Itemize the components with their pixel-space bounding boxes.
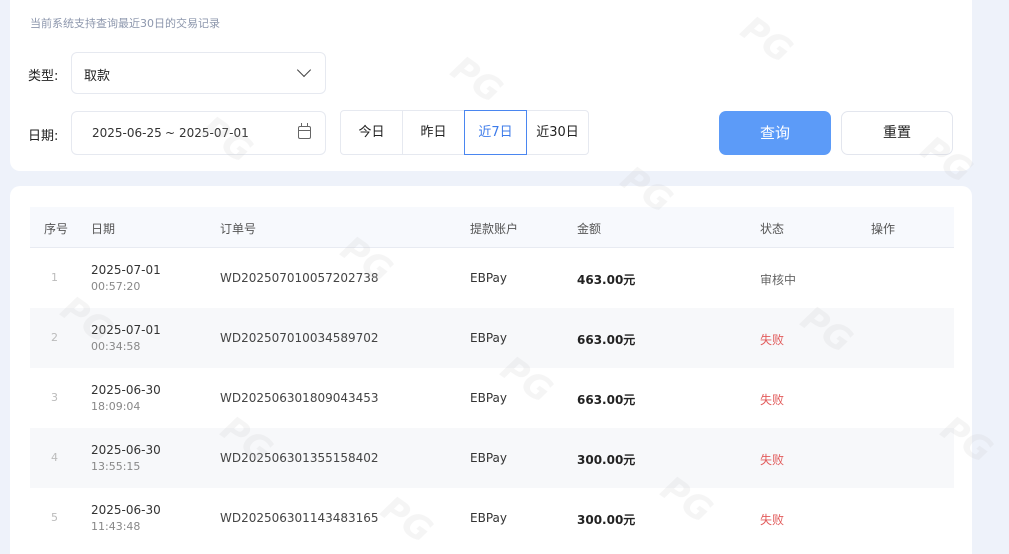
table-row: 2 2025-07-01 00:34:58 WD2025070100345897…	[30, 308, 954, 368]
row-status: 失败	[760, 513, 785, 527]
row-status: 失败	[760, 333, 785, 347]
row-amount: 663.00元	[577, 393, 636, 407]
type-select[interactable]: 取款	[71, 52, 326, 94]
table-header: 序号 日期 订单号 提款账户 金额 状态 操作	[30, 207, 954, 248]
row-time: 00:34:58	[91, 340, 141, 353]
records-panel: 序号 日期 订单号 提款账户 金额 状态 操作 1 2025-07-01 00:…	[10, 186, 972, 554]
row-status: 审核中	[760, 273, 797, 287]
table-row: 4 2025-06-30 13:55:15 WD2025063013551584…	[30, 428, 954, 488]
row-account: EBPay	[470, 391, 507, 405]
row-amount: 300.00元	[577, 513, 636, 527]
quick-today-button[interactable]: 今日	[340, 110, 403, 155]
row-date: 2025-07-01	[91, 263, 161, 277]
quick-7days-button[interactable]: 近7日	[464, 110, 527, 155]
calendar-icon[interactable]	[298, 123, 311, 139]
row-order-number: WD202506301143483165	[220, 511, 379, 525]
date-label: 日期:	[28, 129, 59, 144]
row-index: 4	[51, 451, 58, 464]
row-account: EBPay	[470, 451, 507, 465]
query-button[interactable]: 查询	[719, 111, 831, 155]
quick-yesterday-button[interactable]: 昨日	[402, 110, 465, 155]
header-date: 日期	[91, 222, 116, 236]
row-amount: 663.00元	[577, 333, 636, 347]
filter-panel: 当前系统支持查询最近30日的交易记录 类型: 取款 日期: 2025-06-25…	[10, 0, 972, 171]
row-order-number: WD202506301355158402	[220, 451, 379, 465]
row-time: 00:57:20	[91, 280, 141, 293]
type-label: 类型:	[28, 69, 59, 84]
row-time: 13:55:15	[91, 460, 141, 473]
row-date: 2025-06-30	[91, 443, 161, 457]
date-range-picker[interactable]: 2025-06-25 ~ 2025-07-01	[71, 111, 326, 155]
row-order-number: WD202507010057202738	[220, 271, 379, 285]
row-amount: 463.00元	[577, 273, 636, 287]
header-status: 状态	[760, 222, 785, 236]
table-row: 5 2025-06-30 11:43:48 WD2025063011434831…	[30, 488, 954, 548]
quick-range-group: 今日 昨日 近7日 近30日	[340, 110, 589, 155]
date-end: 2025-07-01	[179, 126, 249, 140]
reset-button[interactable]: 重置	[841, 111, 953, 155]
header-action: 操作	[871, 222, 896, 236]
table-row: 1 2025-07-01 00:57:20 WD2025070100572027…	[30, 248, 954, 308]
row-status: 失败	[760, 393, 785, 407]
type-select-value: 取款	[84, 69, 111, 84]
row-account: EBPay	[470, 271, 507, 285]
row-amount: 300.00元	[577, 453, 636, 467]
row-index: 3	[51, 391, 58, 404]
row-date: 2025-06-30	[91, 383, 161, 397]
query-range-hint: 当前系统支持查询最近30日的交易记录	[30, 17, 220, 30]
header-amount: 金额	[577, 222, 602, 236]
quick-30days-button[interactable]: 近30日	[526, 110, 589, 155]
row-date: 2025-07-01	[91, 323, 161, 337]
row-date: 2025-06-30	[91, 503, 161, 517]
row-order-number: WD202506301809043453	[220, 391, 379, 405]
row-order-number: WD202507010034589702	[220, 331, 379, 345]
header-account: 提款账户	[470, 222, 519, 236]
date-start: 2025-06-25	[92, 126, 162, 140]
header-index: 序号	[44, 222, 69, 236]
table-row: 3 2025-06-30 18:09:04 WD2025063018090434…	[30, 368, 954, 428]
row-index: 2	[51, 331, 58, 344]
row-index: 1	[51, 271, 58, 284]
row-account: EBPay	[470, 331, 507, 345]
date-separator: ~	[165, 126, 176, 140]
row-status: 失败	[760, 453, 785, 467]
chevron-down-icon	[296, 62, 312, 78]
row-time: 11:43:48	[91, 520, 141, 533]
row-index: 5	[51, 511, 58, 524]
row-time: 18:09:04	[91, 400, 141, 413]
row-account: EBPay	[470, 511, 507, 525]
header-order: 订单号	[220, 222, 257, 236]
